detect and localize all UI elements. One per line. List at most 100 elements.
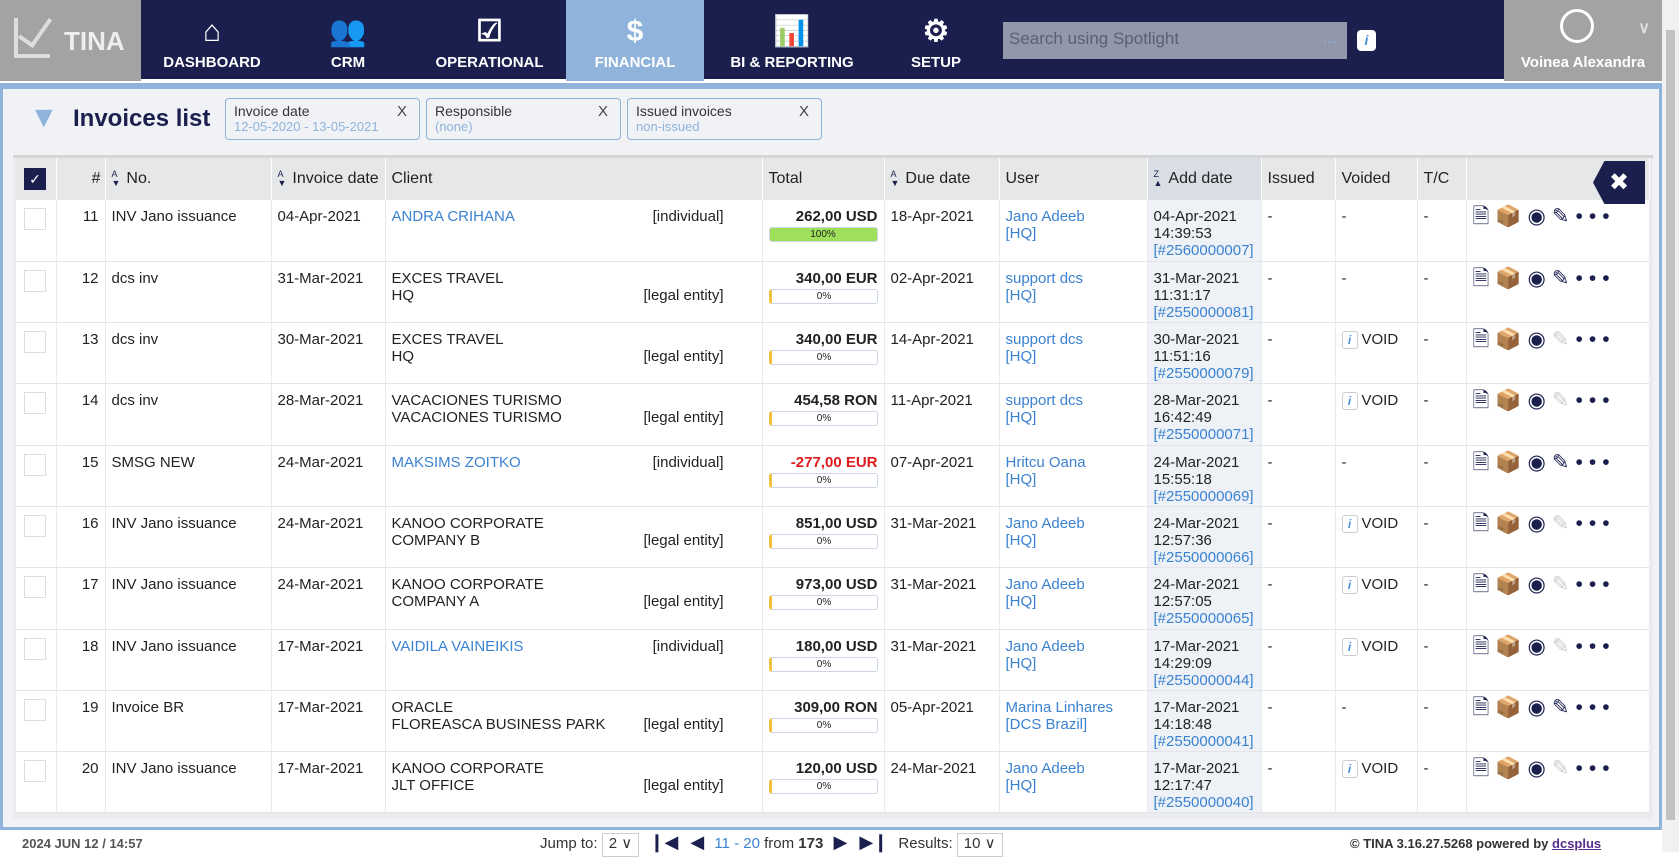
remove-filter-icon[interactable]: X <box>397 103 407 120</box>
spotlight-search-input[interactable]: Search using Spotlight... <box>1003 22 1347 59</box>
table-row[interactable]: 19 Invoice BR 17-Mar-2021 ORACLE FLOREASCA B… <box>16 690 1650 753</box>
document-icon[interactable]: 🗎 <box>1473 205 1496 228</box>
void-info-icon[interactable]: i <box>1341 760 1358 779</box>
view-eye-icon[interactable]: ◉ <box>1528 512 1552 535</box>
view-eye-icon[interactable]: ◉ <box>1528 451 1552 474</box>
user-link[interactable]: Jano Adeeb <box>1006 576 1141 593</box>
filter-chip[interactable]: Responsible (none) X <box>426 98 621 140</box>
table-row[interactable]: 12 dcs inv 31-Mar-2021 EXCES TRAVEL HQ [legal… <box>16 261 1650 324</box>
document-icon[interactable]: 🗎 <box>1473 512 1496 535</box>
more-options-icon[interactable]: ••• <box>1575 573 1615 596</box>
view-eye-icon[interactable]: ◉ <box>1528 573 1552 596</box>
table-row[interactable]: 13 dcs inv 30-Mar-2021 EXCES TRAVEL HQ [legal… <box>16 322 1650 385</box>
jump-to-select[interactable]: 2 ∨ <box>601 833 640 857</box>
reference-link[interactable]: [#2550000081] <box>1154 304 1255 321</box>
user-link[interactable]: Jano Adeeb <box>1006 515 1141 532</box>
sort-icon[interactable]: A ▼ <box>891 169 900 188</box>
more-options-icon[interactable]: ••• <box>1575 757 1615 780</box>
results-per-page-select[interactable]: 10 ∨ <box>956 833 1003 857</box>
row-checkbox[interactable] <box>24 208 46 230</box>
nav-tab-bi-reporting[interactable]: 📊 BI & REPORTING <box>704 0 880 81</box>
search-options-button[interactable]: ... <box>1323 28 1337 48</box>
user-branch-link[interactable]: [HQ] <box>1006 593 1141 610</box>
col-due-date[interactable]: A ▼ Due date <box>884 158 1000 200</box>
remove-filter-icon[interactable]: X <box>598 103 608 120</box>
nav-tab-setup[interactable]: ⚙ SETUP <box>880 0 992 81</box>
user-link[interactable]: Jano Adeeb <box>1006 760 1141 777</box>
edit-pencil-icon[interactable]: ✎ <box>1552 696 1576 719</box>
user-branch-link[interactable]: [HQ] <box>1006 532 1141 549</box>
first-page-icon[interactable]: ❙◀ <box>649 832 678 852</box>
document-icon[interactable]: 🗎 <box>1473 696 1496 719</box>
payments-icon[interactable]: 📦 <box>1495 512 1527 535</box>
filter-chip[interactable]: Issued invoices non-issued X <box>627 98 822 140</box>
table-row[interactable]: 14 dcs inv 28-Mar-2021 VACACIONES TURISMO VA… <box>16 383 1650 446</box>
payments-icon[interactable]: 📦 <box>1495 267 1527 290</box>
col-add-date[interactable]: Z ▲ Add date <box>1147 158 1262 200</box>
col-invoice-date[interactable]: A ▼ Invoice date <box>271 158 386 200</box>
row-checkbox[interactable] <box>24 698 46 721</box>
filter-funnel-icon[interactable]: ▼ <box>29 101 59 135</box>
user-link[interactable]: support dcs <box>1006 392 1141 409</box>
reference-link[interactable]: [#2550000066] <box>1154 549 1255 566</box>
more-options-icon[interactable]: ••• <box>1575 696 1615 719</box>
next-page-icon[interactable]: ▶ <box>833 832 847 852</box>
edit-pencil-icon[interactable]: ✎ <box>1552 267 1576 290</box>
user-branch-link[interactable]: [HQ] <box>1006 348 1141 365</box>
payments-icon[interactable]: 📦 <box>1495 205 1527 228</box>
void-info-icon[interactable]: i <box>1341 392 1358 411</box>
row-checkbox[interactable] <box>24 453 46 476</box>
reference-link[interactable]: [#2560000007] <box>1154 242 1255 259</box>
remove-filter-icon[interactable]: X <box>799 103 809 120</box>
info-icon[interactable]: i <box>1357 30 1376 51</box>
reference-link[interactable]: [#2550000065] <box>1154 610 1255 627</box>
user-link[interactable]: Jano Adeeb <box>1006 208 1141 225</box>
reference-link[interactable]: [#2550000079] <box>1154 365 1255 382</box>
user-link[interactable]: Marina Linhares <box>1006 699 1141 716</box>
prev-page-icon[interactable]: ◀ <box>690 832 704 852</box>
row-checkbox[interactable] <box>24 637 46 660</box>
edit-pencil-icon[interactable]: ✎ <box>1552 451 1576 474</box>
reference-link[interactable]: [#2550000044] <box>1154 672 1255 689</box>
dcsplus-link[interactable]: dcsplus <box>1552 836 1601 851</box>
user-branch-link[interactable]: [DCS Brazil] <box>1006 716 1141 733</box>
document-icon[interactable]: 🗎 <box>1473 451 1496 474</box>
scrollbar-thumb[interactable] <box>1666 30 1675 820</box>
col-no[interactable]: A ▼ No. <box>105 158 272 200</box>
view-eye-icon[interactable]: ◉ <box>1528 757 1552 780</box>
view-eye-icon[interactable]: ◉ <box>1528 696 1552 719</box>
payments-icon[interactable]: 📦 <box>1495 696 1527 719</box>
view-eye-icon[interactable]: ◉ <box>1528 328 1552 351</box>
more-options-icon[interactable]: ••• <box>1575 635 1615 658</box>
more-options-icon[interactable]: ••• <box>1575 512 1615 535</box>
document-icon[interactable]: 🗎 <box>1473 757 1496 780</box>
more-options-icon[interactable]: ••• <box>1575 205 1615 228</box>
more-options-icon[interactable]: ••• <box>1575 267 1615 290</box>
sort-icon[interactable]: A ▼ <box>278 169 287 188</box>
user-link[interactable]: Hritcu Oana <box>1006 454 1141 471</box>
sort-icon[interactable]: A ▼ <box>112 169 121 188</box>
edit-pencil-icon[interactable]: ✎ <box>1552 205 1576 228</box>
view-eye-icon[interactable]: ◉ <box>1528 267 1552 290</box>
table-row[interactable]: 15 SMSG NEW 24-Mar-2021 MAKSIMS ZOITKO [indi… <box>16 445 1650 507</box>
row-checkbox[interactable] <box>24 331 46 354</box>
select-all-checkbox[interactable]: ✓ <box>24 168 46 190</box>
payments-icon[interactable]: 📦 <box>1495 573 1527 596</box>
payments-icon[interactable]: 📦 <box>1495 328 1527 351</box>
table-row[interactable]: 17 INV Jano issuance 24-Mar-2021 KANOO CORP… <box>16 567 1650 630</box>
view-eye-icon[interactable]: ◉ <box>1528 635 1552 658</box>
document-icon[interactable]: 🗎 <box>1473 635 1496 658</box>
more-options-icon[interactable]: ••• <box>1575 328 1615 351</box>
void-info-icon[interactable]: i <box>1341 576 1358 595</box>
table-row[interactable]: 20 INV Jano issuance 17-Mar-2021 KANOO CORP… <box>16 751 1650 814</box>
reference-link[interactable]: [#2550000069] <box>1154 488 1255 505</box>
more-options-icon[interactable]: ••• <box>1575 389 1615 412</box>
document-icon[interactable]: 🗎 <box>1473 267 1496 290</box>
user-branch-link[interactable]: [HQ] <box>1006 655 1141 672</box>
user-branch-link[interactable]: [HQ] <box>1006 777 1141 794</box>
table-row[interactable]: 16 INV Jano issuance 24-Mar-2021 KANOO CORP… <box>16 506 1650 569</box>
reference-link[interactable]: [#2550000071] <box>1154 426 1255 443</box>
document-icon[interactable]: 🗎 <box>1473 328 1496 351</box>
user-link[interactable]: support dcs <box>1006 270 1141 287</box>
filter-chip[interactable]: Invoice date 12-05-2020 - 13-05-2021 X <box>225 98 420 140</box>
